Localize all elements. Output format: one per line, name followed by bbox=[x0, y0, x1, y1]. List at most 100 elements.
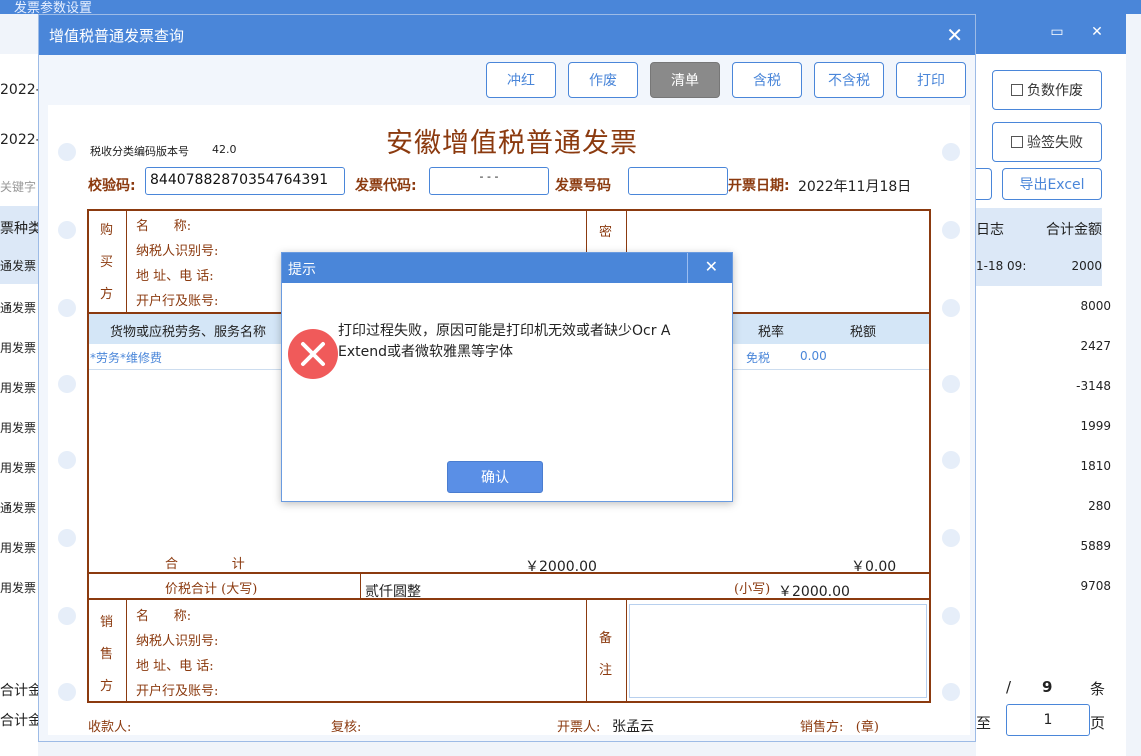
goods-name-header: 货物或应税劳务、服务名称 bbox=[110, 325, 267, 340]
punch-hole bbox=[942, 529, 960, 547]
error-message: 打印过程失败，原因可能是打印机无效或者缺少Ocr A Extend或者微软雅黑等… bbox=[338, 323, 671, 360]
frame-line bbox=[87, 209, 89, 703]
table-row[interactable]: 通发票 bbox=[0, 299, 38, 316]
remark-field[interactable] bbox=[629, 604, 927, 698]
rate-header: 税率 bbox=[758, 325, 785, 340]
goto-label: 至 bbox=[976, 714, 992, 732]
checkbox-icon bbox=[1011, 136, 1023, 148]
punch-hole bbox=[58, 683, 76, 701]
table-row[interactable]: 用发票 bbox=[0, 419, 38, 436]
invoice-title: 安徽增值税普通发票 bbox=[386, 128, 638, 159]
frame-line bbox=[586, 599, 587, 702]
invoice-no-field[interactable] bbox=[628, 167, 728, 195]
buyer-bank-label: 开户行及账号: bbox=[136, 294, 219, 309]
verify-fail-checkbox[interactable]: 验签失败 bbox=[992, 122, 1102, 162]
invoice-code-field[interactable]: - - - bbox=[429, 167, 549, 195]
item-name: *劳务*维修费 bbox=[90, 351, 163, 365]
close-icon[interactable]: ✕ bbox=[705, 257, 718, 276]
search-input[interactable]: 关键字 bbox=[0, 178, 38, 195]
frame-line bbox=[929, 209, 931, 703]
amount-cell: 5889 bbox=[1080, 539, 1111, 553]
negative-void-checkbox[interactable]: 负数作废 bbox=[992, 70, 1102, 110]
frame-line bbox=[87, 209, 931, 211]
punch-hole bbox=[942, 221, 960, 239]
amount-cell: 2000 bbox=[1071, 259, 1102, 273]
total-amount: ￥2000.00 bbox=[525, 559, 597, 575]
buyer-name-label: 名 称: bbox=[136, 219, 192, 234]
table-row[interactable]: 用发票 bbox=[0, 579, 38, 596]
punch-hole bbox=[942, 299, 960, 317]
confirm-button[interactable]: 确认 bbox=[447, 461, 543, 493]
amount-cell: 2427 bbox=[1080, 339, 1111, 353]
table-header: 日志 合计金额 bbox=[976, 208, 1102, 246]
export-excel-button[interactable]: 导出Excel bbox=[1002, 168, 1102, 200]
table-row[interactable]: 用发票 bbox=[0, 539, 38, 556]
amount-cell: 1999 bbox=[1080, 419, 1111, 433]
table-row[interactable]: 用发票 bbox=[0, 339, 38, 356]
frame-line bbox=[126, 599, 127, 702]
page-input[interactable]: 1 bbox=[1006, 704, 1090, 736]
punch-hole bbox=[58, 375, 76, 393]
close-icon[interactable]: ✕ bbox=[946, 23, 963, 47]
seller-taxid-label: 纳税人识别号: bbox=[136, 634, 219, 649]
tax-code-version: 42.0 bbox=[212, 143, 237, 156]
title-divider bbox=[687, 253, 688, 283]
list-button[interactable]: 清单 bbox=[650, 62, 720, 98]
seller-seal-label: 销售方: (章) bbox=[800, 720, 879, 735]
punch-hole bbox=[942, 451, 960, 469]
partial-button[interactable] bbox=[976, 168, 992, 200]
price-tax-small: ￥2000.00 bbox=[778, 584, 850, 600]
bg-left-panel: 2022-1 2022-1 关键字 票种类 通发票 通发票 用发票 用发票 用发… bbox=[0, 54, 38, 756]
amount-cell: 1810 bbox=[1080, 459, 1111, 473]
frame-line bbox=[626, 599, 627, 702]
punch-hole bbox=[58, 143, 76, 161]
table-header-type: 票种类 bbox=[0, 206, 38, 244]
bg-window-controls: ▭ ✕ bbox=[976, 14, 1126, 54]
tax-header: 税额 bbox=[850, 325, 877, 340]
punch-hole bbox=[58, 299, 76, 317]
dialog-title: 增值税普通发票查询 bbox=[49, 27, 185, 45]
punch-hole bbox=[942, 607, 960, 625]
punch-hole bbox=[942, 375, 960, 393]
punch-hole bbox=[58, 607, 76, 625]
seller-char: 方 bbox=[100, 679, 114, 694]
table-row[interactable]: 用发票 bbox=[0, 379, 38, 396]
table-row[interactable]: 通发票 bbox=[0, 244, 38, 284]
punch-hole bbox=[58, 451, 76, 469]
table-row[interactable]: 通发票 bbox=[0, 499, 38, 516]
summary-label: 合计金 bbox=[0, 683, 38, 699]
seller-char: 销 bbox=[100, 615, 114, 630]
seller-bank-label: 开户行及账号: bbox=[136, 684, 219, 699]
amount-cell: -3148 bbox=[1076, 379, 1111, 393]
buyer-address-label: 地 址、电 话: bbox=[136, 269, 214, 284]
print-button[interactable]: 打印 bbox=[896, 62, 966, 98]
total-label: 合 计 bbox=[165, 557, 245, 572]
table-row[interactable]: 用发票 bbox=[0, 459, 38, 476]
maximize-icon[interactable]: ▭ bbox=[1042, 24, 1072, 40]
close-icon[interactable]: ✕ bbox=[1082, 24, 1112, 40]
seller-char: 售 bbox=[100, 647, 114, 662]
selected-row[interactable]: 1-18 09: 2000 bbox=[976, 246, 1102, 286]
pagination-total: 9 bbox=[1042, 678, 1053, 696]
buyer-taxid-label: 纳税人识别号: bbox=[136, 244, 219, 259]
frame-line bbox=[126, 209, 127, 313]
log-header: 日志 bbox=[976, 222, 1004, 238]
date-field[interactable]: 2022-1 bbox=[0, 82, 38, 98]
remark-char: 备 bbox=[599, 631, 613, 646]
tax-inclusive-button[interactable]: 含税 bbox=[732, 62, 802, 98]
red-reverse-button[interactable]: 冲红 bbox=[486, 62, 556, 98]
cipher-label: 密 bbox=[599, 225, 613, 240]
price-tax-upper: 贰仟圆整 bbox=[365, 584, 421, 600]
frame-line bbox=[360, 573, 361, 599]
price-tax-label: 价税合计 (大写) bbox=[165, 582, 258, 597]
amount-cell: 8000 bbox=[1080, 299, 1111, 313]
check-code-field[interactable]: 84407882870354764391 bbox=[145, 167, 345, 195]
punch-hole bbox=[942, 143, 960, 161]
buyer-char: 方 bbox=[100, 287, 114, 302]
item-tax: 0.00 bbox=[800, 349, 827, 363]
date-field[interactable]: 2022-1 bbox=[0, 132, 38, 148]
drawer-name: 张孟云 bbox=[612, 719, 654, 735]
tax-exclusive-button[interactable]: 不含税 bbox=[814, 62, 884, 98]
tax-code-version-label: 税收分类编码版本号 bbox=[90, 145, 189, 158]
void-button[interactable]: 作废 bbox=[568, 62, 638, 98]
